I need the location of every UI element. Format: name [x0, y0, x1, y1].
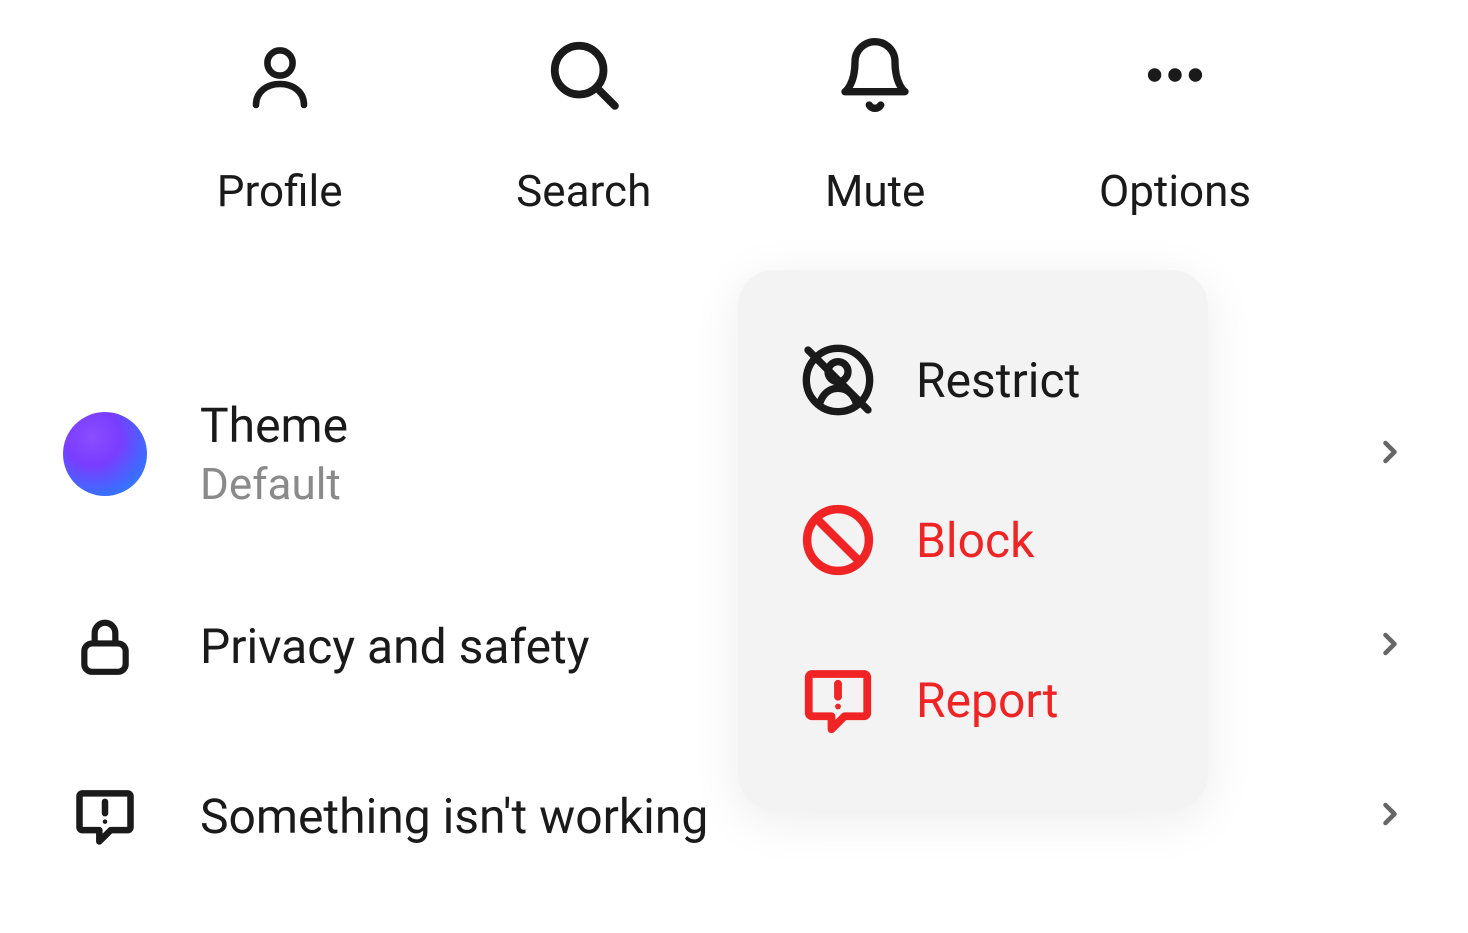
menu-item-block[interactable]: Block [738, 460, 1208, 620]
mute-label: Mute [825, 165, 925, 217]
report-icon [798, 660, 878, 740]
mute-button[interactable]: Mute [825, 35, 925, 217]
menu-item-restrict[interactable]: Restrict [738, 300, 1208, 460]
restrict-icon [798, 340, 878, 420]
chevron-right-icon [1372, 796, 1408, 836]
chevron-right-icon [1372, 626, 1408, 666]
menu-item-report[interactable]: Report [738, 620, 1208, 780]
search-icon [544, 35, 624, 115]
profile-label: Profile [217, 165, 343, 217]
chevron-right-icon [1372, 434, 1408, 474]
block-icon [798, 500, 878, 580]
options-label: Options [1099, 165, 1251, 217]
restrict-label: Restrict [916, 352, 1080, 409]
profile-icon [240, 35, 320, 115]
options-button[interactable]: Options [1099, 35, 1251, 217]
search-label: Search [516, 165, 651, 217]
block-label: Block [916, 512, 1034, 569]
feedback-title: Something isn't working [200, 788, 760, 845]
options-dropdown-menu: Restrict Block Report [738, 270, 1208, 810]
profile-button[interactable]: Profile [217, 35, 343, 217]
theme-swatch-icon [60, 412, 150, 496]
more-icon [1135, 35, 1215, 115]
settings-list: Theme Default Privacy and safety [0, 217, 1468, 870]
search-button[interactable]: Search [516, 35, 651, 217]
alert-message-icon [60, 782, 150, 850]
top-action-bar: Profile Search Mute Options [0, 0, 1468, 217]
lock-icon [60, 610, 150, 682]
bell-icon [835, 35, 915, 115]
report-label: Report [916, 672, 1059, 729]
